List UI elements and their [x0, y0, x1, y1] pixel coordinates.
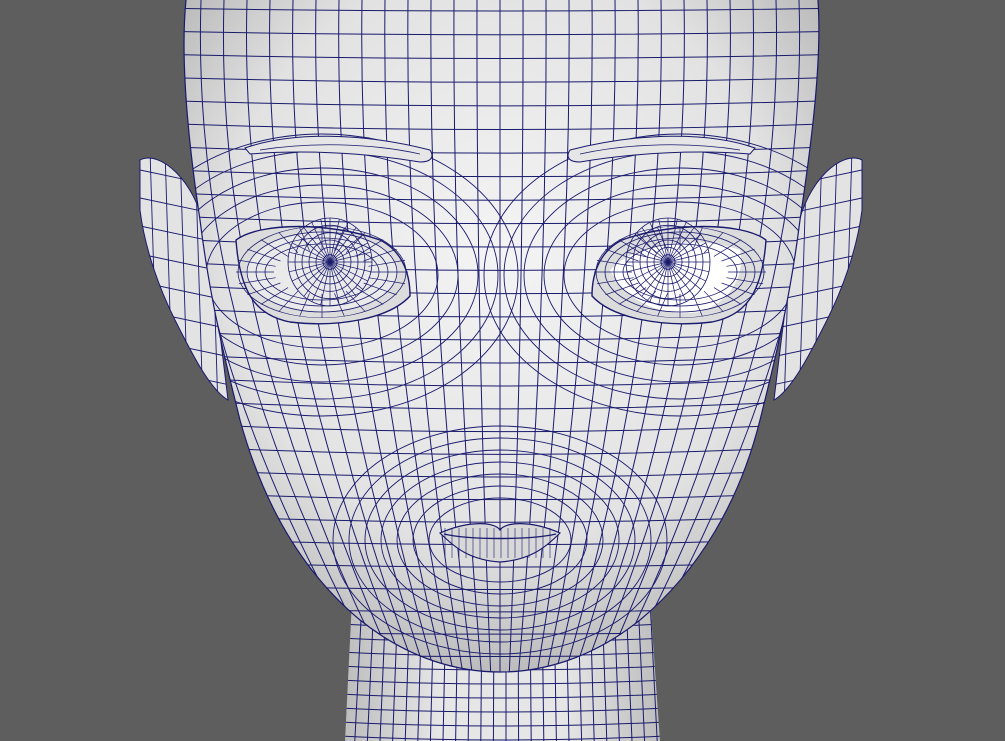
head-mesh[interactable]: [126, 0, 876, 680]
head-model-render[interactable]: [0, 0, 1005, 741]
3d-viewport[interactable]: [0, 0, 1005, 741]
